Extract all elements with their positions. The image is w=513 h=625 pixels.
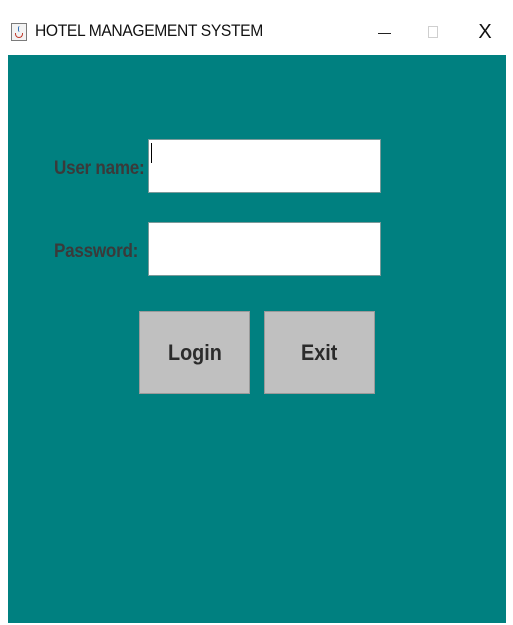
password-input[interactable] [148, 222, 381, 276]
steam-mark [18, 26, 22, 32]
close-button[interactable]: X [465, 18, 505, 46]
username-input[interactable] [148, 139, 381, 193]
username-label: User name: [54, 158, 145, 179]
exit-button[interactable]: Exit [264, 311, 375, 394]
minimize-button[interactable] [364, 18, 404, 46]
close-icon: X [478, 20, 492, 43]
login-panel: User name: Password: Login Exit [8, 55, 506, 623]
text-caret [151, 143, 152, 163]
java-cup-icon[interactable] [11, 23, 27, 41]
maximize-button[interactable] [413, 18, 453, 46]
login-window: HOTEL MANAGEMENT SYSTEM X User name: Pas… [0, 0, 513, 625]
window-title: HOTEL MANAGEMENT SYSTEM [35, 21, 263, 40]
login-button[interactable]: Login [139, 311, 250, 394]
login-button-label: Login [167, 339, 222, 365]
cup-mark [15, 33, 23, 38]
title-bar[interactable]: HOTEL MANAGEMENT SYSTEM X [0, 0, 513, 55]
password-label: Password: [54, 241, 139, 262]
exit-button-label: Exit [301, 339, 338, 365]
minimize-icon [377, 32, 391, 34]
maximize-icon [428, 26, 438, 38]
